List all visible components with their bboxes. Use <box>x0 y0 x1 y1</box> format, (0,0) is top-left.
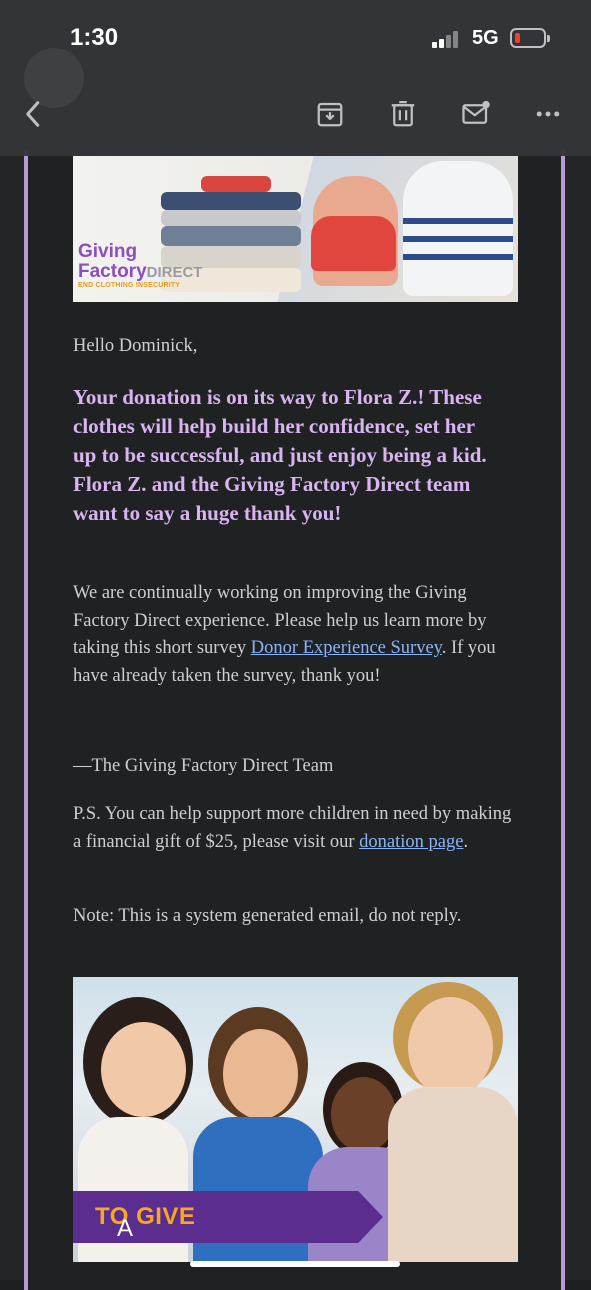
battery-icon <box>510 28 550 48</box>
child-face <box>408 997 493 1097</box>
child-face <box>101 1022 186 1117</box>
child-face <box>223 1029 298 1119</box>
shirt-stripe <box>403 254 513 260</box>
child-shirt <box>388 1087 518 1262</box>
shirt-stripe <box>403 236 513 242</box>
mail-unread-icon[interactable] <box>458 96 494 132</box>
logo-suffix: DIRECT <box>146 264 203 281</box>
email-view: Giving FactoryDIRECT END CLOTHING INSECU… <box>0 0 591 1290</box>
child-face <box>331 1077 396 1152</box>
logo-line1: Giving <box>78 241 138 262</box>
logo-tagline: END CLOTHING INSECURITY <box>78 282 181 289</box>
network-type: 5G <box>472 27 499 49</box>
child-shirt <box>311 216 396 271</box>
banner-text: A NEW WAY TO GIVE <box>95 1203 195 1242</box>
shirt-stripe <box>403 218 513 224</box>
donation-page-link[interactable]: donation page <box>359 832 463 852</box>
more-horizontal-icon[interactable] <box>530 96 566 132</box>
donor-survey-link[interactable]: Donor Experience Survey <box>251 638 442 658</box>
lead-message: Your donation is on its way to Flora Z.!… <box>73 385 487 525</box>
give-banner-image[interactable]: A NEW WAY TO GIVE <box>73 977 518 1262</box>
home-indicator[interactable] <box>190 1261 400 1267</box>
chevron-left-icon[interactable] <box>16 96 52 132</box>
ps-text-end: . <box>463 831 469 852</box>
adult-figure <box>403 161 513 296</box>
give-banner: A NEW WAY TO GIVE <box>73 1191 383 1243</box>
top-toolbar: 1:30 5G <box>0 0 591 156</box>
survey-paragraph: We are continually working on improving … <box>73 580 513 690</box>
cellular-signal-icon <box>432 30 464 48</box>
archive-icon[interactable] <box>312 96 348 132</box>
signature: —The Giving Factory Direct Team <box>73 756 334 776</box>
header-image: Giving FactoryDIRECT END CLOTHING INSECU… <box>73 156 518 302</box>
status-time: 1:30 <box>70 24 119 51</box>
greeting-text: Hello Dominick, <box>73 336 198 356</box>
system-note: Note: This is a system generated email, … <box>73 906 462 926</box>
giving-factory-logo: Giving FactoryDIRECT END CLOTHING INSECU… <box>78 241 203 290</box>
logo-line2: Factory <box>78 261 147 282</box>
ps-paragraph: P.S. You can help support more children … <box>73 801 513 856</box>
trash-icon[interactable] <box>385 96 421 132</box>
